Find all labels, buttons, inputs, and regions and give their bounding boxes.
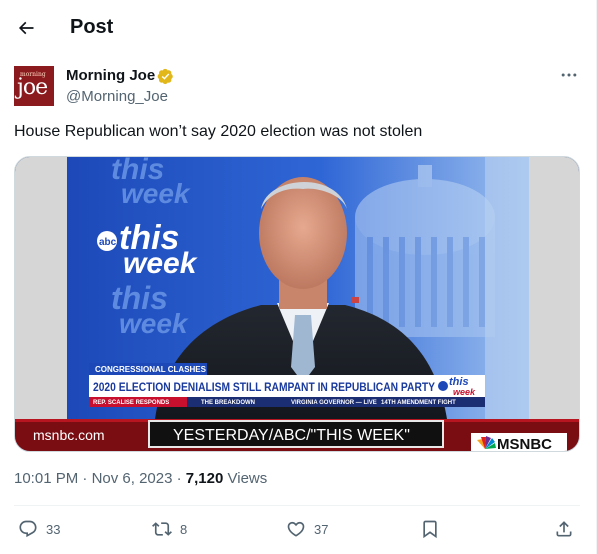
studio-panel [485,157,529,419]
msnbc-banner: msnbc.com YESTERDAY/ABC/"THIS WEEK" MSNB… [15,419,579,452]
tweet-time[interactable]: 10:01 PM [14,470,78,487]
ticker-item: REP. SCALISE RESPONDS [93,400,169,406]
page-header: Post [0,0,597,56]
page-title: Post [70,16,114,38]
reply-button[interactable]: 33 [18,516,60,542]
lower-third-topic: CONGRESSIONAL CLASHES [95,365,207,374]
svg-text:week: week [453,387,476,397]
svg-text:week: week [119,308,189,339]
svg-text:abc: abc [99,237,117,248]
avatar-brand-text: joe [17,75,48,100]
repost-count: 8 [180,521,188,537]
source-caption: YESTERDAY/ABC/"THIS WEEK" [173,427,410,444]
lower-third-headline: 2020 ELECTION DENIALISM STILL RAMPANT IN… [93,380,435,394]
more-horizontal-icon [561,73,577,77]
speech-bubble-icon [19,520,37,538]
ticker-item: VIRGINIA GOVERNOR — LIVE [291,400,377,406]
tweet-meta: 10:01 PM · Nov 6, 2023 · 7,120 Views [14,470,267,488]
share-button[interactable] [554,516,574,542]
like-count: 37 [314,521,329,537]
share-icon [556,521,572,537]
back-button[interactable] [8,10,44,46]
more-options-button[interactable] [556,64,582,86]
svg-text:week: week [123,247,198,280]
reply-count: 33 [46,521,61,537]
video-frame: this week this week abc this week CONGRE… [15,157,579,452]
svg-text:week: week [121,178,191,209]
tweet-video[interactable]: this week this week abc this week CONGRE… [14,156,580,452]
meta-separator: · [82,470,88,487]
avatar[interactable]: morning joe [14,66,54,106]
ticker-item: THE BREAKDOWN [201,400,255,406]
like-button[interactable]: 37 [286,516,328,542]
bookmark-button[interactable] [420,516,440,542]
tweet-text: House Republican won’t say 2020 election… [14,123,423,140]
meta-separator: · [176,470,182,487]
source-url: msnbc.com [33,427,105,443]
views-count: 7,120 [185,470,224,487]
network-logo: MSNBC [497,436,552,452]
heart-icon [287,521,305,537]
repost-button[interactable]: 8 [152,516,187,542]
repost-icon [152,522,172,536]
views-label: Views [227,470,268,487]
actions-divider [14,505,580,506]
gold-verified-badge-icon[interactable] [157,68,174,85]
arrow-left-icon [18,21,34,35]
capitol-dome-graphic [355,165,495,337]
author-name[interactable]: Morning Joe [66,67,155,85]
bookmark-icon [423,520,437,539]
ticker-item: 14TH AMENDMENT FIGHT [381,400,456,406]
tweet-date[interactable]: Nov 6, 2023 [92,470,173,487]
post-detail-page: Post morning joe Morning Joe @Morning_Jo… [0,0,597,554]
author-handle[interactable]: @Morning_Joe [66,88,168,106]
